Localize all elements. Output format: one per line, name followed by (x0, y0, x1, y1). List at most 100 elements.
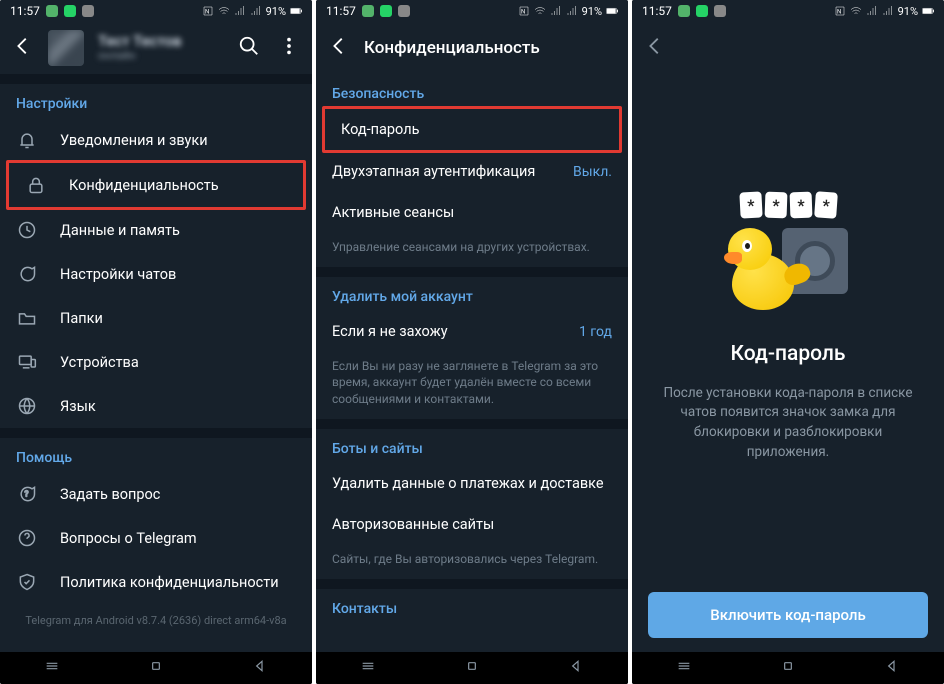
nav-home-icon[interactable] (148, 658, 164, 678)
enable-passcode-button[interactable]: Включить код-пароль (648, 592, 928, 638)
section-header-delete: Удалить мой аккаунт (316, 277, 628, 311)
lock-icon (25, 175, 47, 195)
battery-pct: 91% (582, 5, 602, 18)
row-value: 1 год (579, 324, 612, 340)
wifi-icon (534, 5, 546, 17)
nav-recent-icon[interactable] (676, 658, 692, 678)
nav-home-icon[interactable] (464, 658, 480, 678)
status-bar: 11:57 N 91% (316, 0, 628, 22)
row-ask[interactable]: ? Задать вопрос (0, 472, 312, 516)
bell-icon (16, 130, 38, 150)
section-header-contacts: Контакты (316, 589, 628, 623)
back-icon[interactable] (12, 35, 34, 61)
row-label: Задать вопрос (60, 486, 296, 503)
avatar[interactable] (48, 30, 84, 66)
status-app-icon (678, 5, 690, 17)
row-language[interactable]: Язык (0, 384, 312, 428)
row-2fa[interactable]: Двухэтапная аутентификация Выкл. (316, 151, 628, 192)
nav-home-icon[interactable] (780, 658, 796, 678)
signal-icon (866, 5, 878, 17)
signal-icon (250, 5, 262, 17)
row-passcode[interactable]: Код-пароль (322, 106, 622, 153)
screen-passcode: 11:57 N 91% * (632, 0, 944, 684)
row-data[interactable]: Данные и память (0, 208, 312, 252)
hint-auth: Сайты, где Вы авторизовались через Teleg… (316, 545, 628, 579)
shield-icon (16, 572, 38, 592)
row-devices[interactable]: Устройства (0, 340, 312, 384)
row-auth-sites[interactable]: Авторизованные сайты (316, 504, 628, 545)
battery-pct: 91% (898, 5, 918, 18)
row-label: Удалить данные о платежах и доставке (332, 475, 612, 492)
signal-icon (566, 5, 578, 17)
nav-back-icon[interactable] (252, 658, 268, 678)
status-time: 11:57 (326, 4, 356, 18)
pin-digit: * (739, 191, 762, 218)
section-header-bots: Боты и сайты (316, 429, 628, 463)
nav-back-icon[interactable] (884, 658, 900, 678)
row-label: Конфиденциальность (69, 177, 293, 194)
signal-icon (550, 5, 562, 17)
help-icon (16, 528, 38, 548)
row-sessions[interactable]: Активные сеансы (316, 192, 628, 233)
nav-back-icon[interactable] (568, 658, 584, 678)
pin-digit: * (790, 191, 813, 218)
battery-icon (606, 5, 618, 17)
svg-text:N: N (521, 9, 525, 16)
status-app-icon (398, 5, 410, 17)
row-faq[interactable]: Вопросы о Telegram (0, 516, 312, 560)
more-icon[interactable] (278, 35, 300, 61)
search-icon[interactable] (238, 35, 260, 61)
user-status: онлайн (98, 50, 224, 63)
nav-recent-icon[interactable] (44, 658, 60, 678)
battery-icon (922, 5, 934, 17)
signal-icon (234, 5, 246, 17)
screen-privacy: 11:57 N 91% Конфиденциальность Безопасно… (316, 0, 628, 684)
battery-pct: 91% (266, 5, 286, 18)
user-block[interactable]: Тест Тестов онлайн (98, 33, 224, 63)
folder-icon (16, 308, 38, 328)
row-label: Папки (60, 310, 296, 327)
user-name: Тест Тестов (98, 33, 224, 50)
back-icon[interactable] (328, 35, 350, 61)
row-payments[interactable]: Удалить данные о платежах и доставке (316, 463, 628, 504)
passcode-intro: * * * * Код-пароль После установки кода-… (632, 74, 944, 592)
nfc-icon: N (518, 5, 530, 17)
android-navbar (316, 652, 628, 684)
nav-recent-icon[interactable] (360, 658, 376, 678)
status-app-icon (380, 5, 392, 17)
header: Тест Тестов онлайн (0, 22, 312, 74)
pin-boxes: * * * * (740, 192, 837, 218)
section-header-help: Помощь (0, 438, 312, 472)
header: Конфиденциальность (316, 22, 628, 74)
status-app-icon (714, 5, 726, 17)
screen-settings: 11:57 N 91% Тест Тестов онлайн (0, 0, 312, 684)
status-app-icon (362, 5, 374, 17)
row-folders[interactable]: Папки (0, 296, 312, 340)
row-chat-settings[interactable]: Настройки чатов (0, 252, 312, 296)
row-policy[interactable]: Политика конфиденциальности (0, 560, 312, 604)
svg-text:N: N (205, 9, 209, 16)
hint-sessions: Управление сеансами на других устройства… (316, 233, 628, 267)
passcode-description: После установки кода-пароля в списке чат… (658, 384, 918, 462)
row-label: Если я не захожу (332, 323, 579, 340)
status-bar: 11:57 N 91% (632, 0, 944, 22)
nfc-icon: N (834, 5, 846, 17)
status-app-icon (82, 5, 94, 17)
row-value: Выкл. (573, 164, 612, 180)
row-away[interactable]: Если я не захожу 1 год (316, 311, 628, 352)
pin-digit: * (765, 191, 788, 218)
row-label: Язык (60, 398, 296, 415)
row-label: Уведомления и звуки (60, 132, 296, 149)
page-title: Конфиденциальность (364, 38, 616, 58)
status-app-icon (696, 5, 708, 17)
wifi-icon (218, 5, 230, 17)
back-icon[interactable] (644, 35, 666, 61)
row-notifications[interactable]: Уведомления и звуки (0, 118, 312, 162)
section-header-security: Безопасность (316, 74, 628, 108)
pin-digit: * (814, 191, 838, 218)
svg-text:?: ? (25, 490, 29, 500)
data-icon (16, 220, 38, 240)
version-text: Telegram для Android v8.7.4 (2636) direc… (0, 604, 312, 643)
row-privacy[interactable]: Конфиденциальность (6, 160, 306, 210)
row-label: Вопросы о Telegram (60, 530, 296, 547)
